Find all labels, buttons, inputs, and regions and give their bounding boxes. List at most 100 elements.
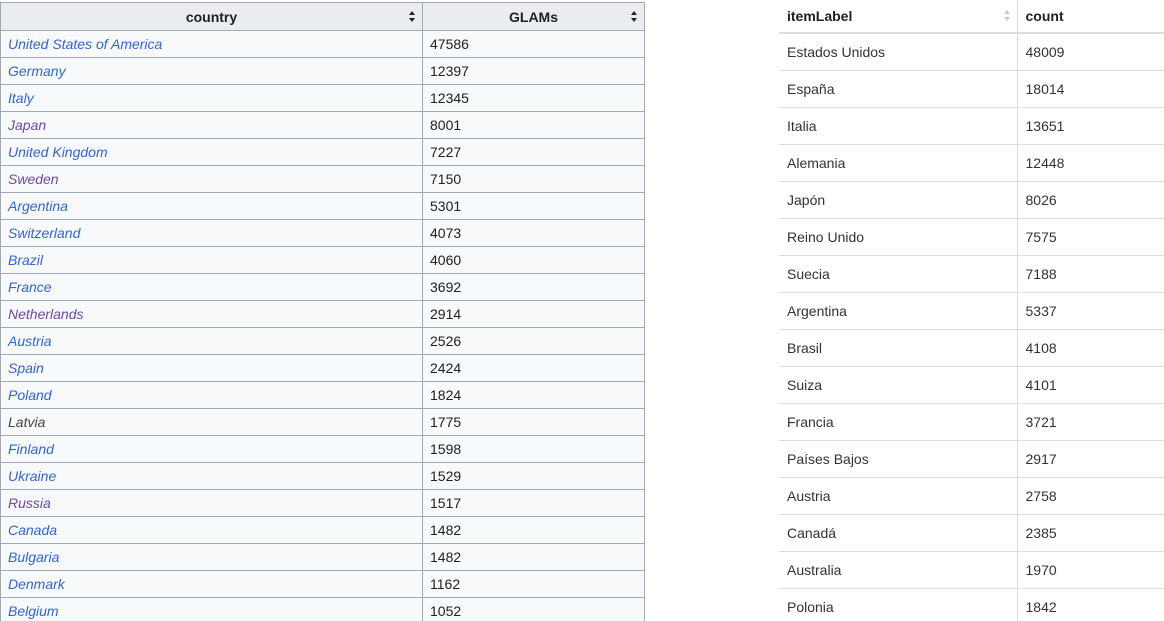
country-cell: Germany — [0, 57, 423, 85]
country-cell: Sweden — [0, 165, 423, 193]
table-row: Italy 12345 — [0, 84, 645, 112]
result-row: Suiza 4101 — [779, 365, 1164, 403]
result-row: Reino Unido 7575 — [779, 217, 1164, 255]
table-row: Bulgaria 1482 — [0, 543, 645, 571]
glams-count-cell: 5301 — [422, 192, 645, 220]
results-body: Estados Unidos 48009 España 18014 Italia 1365… — [779, 32, 1164, 621]
table-row: United Kingdom 7227 — [0, 138, 645, 166]
country-link[interactable]: Bulgaria — [8, 549, 59, 565]
item-label-cell: Austria — [779, 476, 1018, 514]
country-cell: Bulgaria — [0, 543, 423, 571]
country-cell: Ukraine — [0, 462, 423, 490]
country-cell: Latvia — [0, 408, 423, 436]
country-link[interactable]: Netherlands — [8, 306, 84, 322]
item-count-results-table: itemLabel count Estados Unidos 48009 Españ… — [779, 0, 1164, 621]
table-row: Germany 12397 — [0, 57, 645, 85]
glams-count-cell: 1775 — [422, 408, 645, 436]
item-count-cell: 2758 — [1017, 476, 1164, 514]
glams-by-country-table: country GLAMs United States of America 47… — [0, 2, 645, 621]
glams-count-cell: 2526 — [422, 327, 645, 355]
table-row: Switzerland 4073 — [0, 219, 645, 247]
sort-arrows-icon[interactable] — [409, 11, 416, 23]
item-count-cell: 5337 — [1017, 291, 1164, 329]
country-cell: Brazil — [0, 246, 423, 274]
glams-count-cell: 1598 — [422, 435, 645, 463]
country-link[interactable]: Ukraine — [8, 468, 56, 484]
country-link[interactable]: Japan — [8, 117, 46, 133]
glams-count-cell: 7150 — [422, 165, 645, 193]
country-link[interactable]: Latvia — [8, 414, 45, 430]
country-header-label: country — [185, 8, 238, 25]
result-row: Alemania 12448 — [779, 143, 1164, 181]
country-link[interactable]: Poland — [8, 387, 52, 403]
item-label-cell: Alemania — [779, 143, 1018, 181]
country-link[interactable]: Italy — [8, 90, 34, 106]
glams-count-cell: 1482 — [422, 516, 645, 544]
item-count-cell: 12448 — [1017, 143, 1164, 181]
item-label-cell: Japón — [779, 180, 1018, 218]
country-link[interactable]: Sweden — [8, 171, 59, 187]
country-link[interactable]: Finland — [8, 441, 54, 457]
country-link[interactable]: United States of America — [8, 36, 162, 52]
item-label-cell: Estados Unidos — [779, 32, 1018, 70]
sort-arrows-icon[interactable] — [631, 11, 638, 23]
table-row: Argentina 5301 — [0, 192, 645, 220]
glams-header-label: GLAMs — [509, 8, 558, 25]
country-link[interactable]: Argentina — [8, 198, 68, 214]
country-link[interactable]: Germany — [8, 63, 66, 79]
item-count-cell: 2385 — [1017, 513, 1164, 551]
table-row: Canada 1482 — [0, 516, 645, 544]
result-row: Italia 13651 — [779, 106, 1164, 144]
country-link[interactable]: Brazil — [8, 252, 43, 268]
item-label-cell: Países Bajos — [779, 439, 1018, 477]
results-header-row: itemLabel count — [779, 0, 1164, 34]
glams-count-cell: 1529 — [422, 462, 645, 490]
table-row: France 3692 — [0, 273, 645, 301]
country-link[interactable]: Canada — [8, 522, 57, 538]
item-count-cell: 7188 — [1017, 254, 1164, 292]
table-header-row: country GLAMs — [0, 2, 645, 31]
result-row: Japón 8026 — [779, 180, 1164, 218]
glams-column-header[interactable]: GLAMs — [422, 2, 645, 31]
item-label-cell: Francia — [779, 402, 1018, 440]
table-row: Austria 2526 — [0, 327, 645, 355]
country-link[interactable]: Spain — [8, 360, 44, 376]
country-cell: France — [0, 273, 423, 301]
country-link[interactable]: Belgium — [8, 603, 59, 619]
count-column-header[interactable]: count — [1017, 0, 1164, 34]
table-row: Ukraine 1529 — [0, 462, 645, 490]
itemlabel-header-label: itemLabel — [787, 8, 853, 24]
glams-count-cell: 1824 — [422, 381, 645, 409]
glams-count-cell: 1482 — [422, 543, 645, 571]
item-label-cell: Argentina — [779, 291, 1018, 329]
country-cell: Argentina — [0, 192, 423, 220]
country-link[interactable]: United Kingdom — [8, 144, 108, 160]
sort-arrows-inactive-icon[interactable] — [1003, 10, 1011, 22]
country-cell: Denmark — [0, 570, 423, 598]
result-row: Australia 1970 — [779, 550, 1164, 588]
item-count-cell: 8026 — [1017, 180, 1164, 218]
item-label-cell: Canadá — [779, 513, 1018, 551]
country-link[interactable]: Denmark — [8, 576, 65, 592]
table-row: Brazil 4060 — [0, 246, 645, 274]
item-count-cell: 1842 — [1017, 587, 1164, 621]
itemlabel-column-header[interactable]: itemLabel — [779, 0, 1018, 34]
country-cell: Netherlands — [0, 300, 423, 328]
country-column-header[interactable]: country — [0, 2, 423, 31]
country-cell: Canada — [0, 516, 423, 544]
table-row: Belgium 1052 — [0, 597, 645, 621]
item-label-cell: Italia — [779, 106, 1018, 144]
country-cell: Austria — [0, 327, 423, 355]
glams-count-cell: 8001 — [422, 111, 645, 139]
country-link[interactable]: France — [8, 279, 52, 295]
glams-count-cell: 12397 — [422, 57, 645, 85]
country-cell: Spain — [0, 354, 423, 382]
item-label-cell: Brasil — [779, 328, 1018, 366]
item-label-cell: Australia — [779, 550, 1018, 588]
item-count-cell: 48009 — [1017, 32, 1164, 70]
result-row: Polonia 1842 — [779, 587, 1164, 621]
country-link[interactable]: Russia — [8, 495, 51, 511]
country-link[interactable]: Austria — [8, 333, 52, 349]
country-cell: United States of America — [0, 30, 423, 58]
country-link[interactable]: Switzerland — [8, 225, 80, 241]
